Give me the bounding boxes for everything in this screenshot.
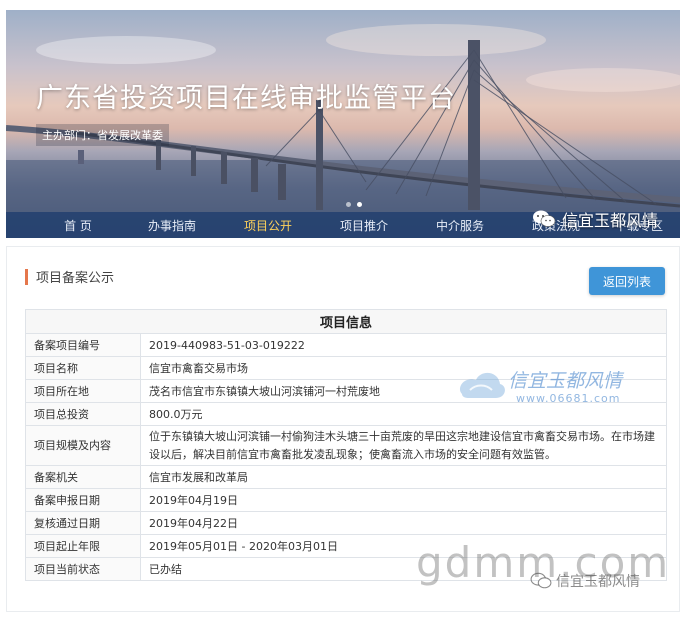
row-value: 已办结: [140, 557, 667, 581]
table-row: 项目总投资 800.0万元: [25, 402, 667, 426]
heading-accent-bar: [25, 268, 28, 285]
row-value: 信宜市禽畜交易市场: [140, 356, 667, 380]
row-value: 2019年04月19日: [140, 488, 667, 512]
platform-title: 广东省投资项目在线审批监管平台: [36, 83, 456, 114]
table-row: 备案申报日期 2019年04月19日: [25, 488, 667, 512]
table-row: 项目名称 信宜市禽畜交易市场: [25, 356, 667, 380]
panel-header: 项目备案公示: [25, 267, 114, 286]
row-value: 2019年04月22日: [140, 511, 667, 535]
nav-item-home[interactable]: 首 页: [42, 217, 114, 234]
nav-item-guide[interactable]: 办事指南: [124, 217, 220, 234]
back-to-list-button[interactable]: 返回列表: [589, 267, 665, 295]
wechat-watermark-top: 信宜玉都风情: [532, 207, 658, 231]
project-record-panel: 项目备案公示 返回列表 项目信息 备案项目编号 2019-440983-51-0…: [6, 246, 680, 612]
row-value: 800.0万元: [140, 402, 667, 426]
row-label: 项目当前状态: [25, 557, 141, 581]
row-label: 项目所在地: [25, 379, 141, 403]
row-label: 备案申报日期: [25, 488, 141, 512]
table-row: 项目所在地 茂名市信宜市东镇镇大坡山河滨铺河一村荒废地: [25, 379, 667, 403]
carousel-dots: [346, 202, 362, 207]
table-title: 项目信息: [25, 309, 667, 334]
project-info-table: 项目信息 备案项目编号 2019-440983-51-03-019222 项目名…: [25, 309, 667, 581]
host-department: 主办部门：省发展改革委: [36, 124, 169, 146]
carousel-dot[interactable]: [346, 202, 351, 207]
table-row: 备案项目编号 2019-440983-51-03-019222: [25, 333, 667, 357]
table-row: 复核通过日期 2019年04月22日: [25, 511, 667, 535]
row-label: 备案机关: [25, 465, 141, 489]
wechat-watermark-text: 信宜玉都风情: [561, 211, 658, 230]
wechat-icon: [532, 210, 556, 227]
row-label: 项目总投资: [25, 402, 141, 426]
row-value: 2019年05月01日 - 2020年03月01日: [140, 534, 667, 558]
table-row: 备案机关 信宜市发展和改革局: [25, 465, 667, 489]
carousel-dot-active[interactable]: [357, 202, 362, 207]
nav-item-project-public[interactable]: 项目公开: [220, 217, 316, 234]
nav-item-project-promotion[interactable]: 项目推介: [316, 217, 412, 234]
row-value: 茂名市信宜市东镇镇大坡山河滨铺河一村荒废地: [140, 379, 667, 403]
row-label: 项目名称: [25, 356, 141, 380]
panel-heading: 项目备案公示: [36, 271, 115, 286]
row-value: 信宜市发展和改革局: [140, 465, 667, 489]
row-label: 复核通过日期: [25, 511, 141, 535]
table-row: 项目当前状态 已办结: [25, 557, 667, 581]
nav-item-agency-service[interactable]: 中介服务: [412, 217, 508, 234]
row-label: 备案项目编号: [25, 333, 141, 357]
row-label: 项目起止年限: [25, 534, 141, 558]
table-row: 项目起止年限 2019年05月01日 - 2020年03月01日: [25, 534, 667, 558]
row-value: 位于东镇镇大坡山河滨铺一村偷狗洼木头塘三十亩荒废的旱田这宗地建设信宜市禽畜交易市…: [140, 425, 667, 466]
row-label: 项目规模及内容: [25, 425, 141, 466]
table-row: 项目规模及内容 位于东镇镇大坡山河滨铺一村偷狗洼木头塘三十亩荒废的旱田这宗地建设…: [25, 425, 667, 466]
row-value: 2019-440983-51-03-019222: [140, 333, 667, 357]
banner: 广东省投资项目在线审批监管平台 主办部门：省发展改革委 首 页 办事指南 项目公…: [6, 10, 680, 238]
